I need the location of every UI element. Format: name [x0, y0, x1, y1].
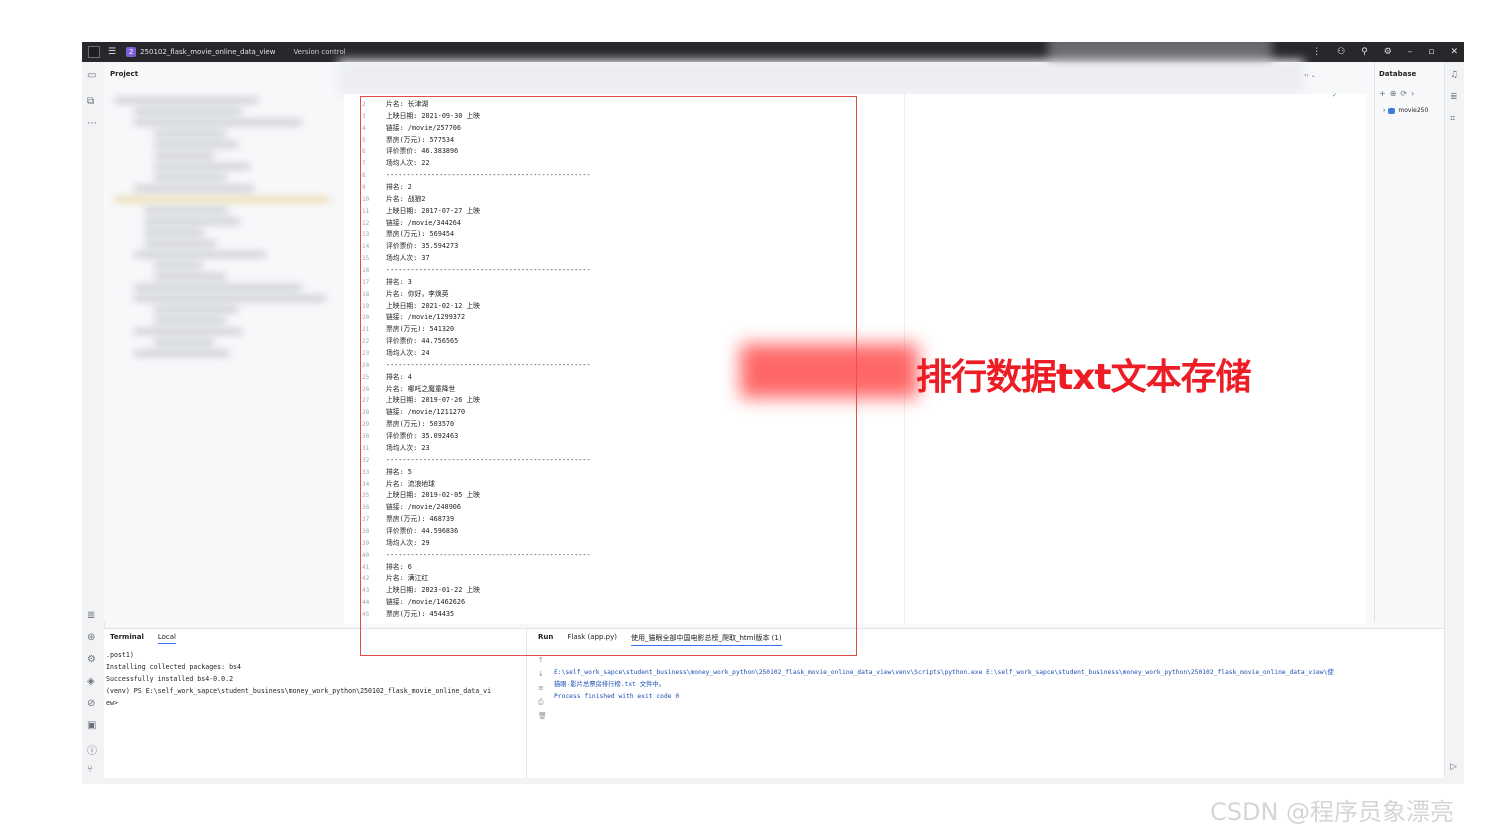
terminal-tab-local[interactable]: Local [157, 633, 177, 644]
terminal-tool-icon[interactable]: ▣ [87, 720, 96, 731]
more-tools-icon[interactable]: ⋯ [87, 118, 97, 129]
settings-icon[interactable]: ⚙ [1384, 47, 1392, 57]
packages-icon[interactable]: ◈ [87, 676, 95, 687]
inspection-icon[interactable]: ‹› ⌄ [1304, 72, 1316, 79]
git-icon[interactable]: ⑂ [87, 764, 93, 775]
folder-icon[interactable]: ▭ [87, 70, 96, 81]
project-panel: Project [104, 62, 350, 622]
debug-icon[interactable]: ⊘ [87, 698, 95, 709]
close-button[interactable]: ✕ [1450, 47, 1458, 57]
database-icon [1388, 107, 1396, 114]
terminal-tab-title[interactable]: Terminal [110, 633, 144, 644]
restore-button[interactable]: ▫ [1428, 47, 1434, 57]
overlay-caption: 排行数据txt文本存储 [916, 357, 1252, 398]
database-toolbar[interactable]: +⊕⟳› [1379, 89, 1418, 98]
database-node-label: movie250 [1398, 107, 1429, 114]
terminal-line: Successfully installed bs4-0.0.2 [106, 675, 234, 683]
right-tool-bar: ♫ ≣ ⌗ ▷ [1444, 62, 1464, 784]
terminal-line: ew> [106, 699, 118, 707]
run-output[interactable]: E:\self_work_sapce\student_business\mone… [554, 667, 1334, 703]
terminal-output[interactable]: .post1) Installing collected packages: bs… [106, 649, 491, 709]
soft-wrap-icon[interactable]: ≡ [538, 681, 547, 695]
database-tool-icon[interactable]: ≣ [87, 610, 95, 621]
main-menu-icon[interactable]: ☰ [108, 47, 116, 57]
account-icon[interactable]: ⚇ [1337, 47, 1345, 57]
terminal-line: Installing collected packages: bs4 [106, 663, 241, 671]
project-panel-title[interactable]: Project [110, 70, 138, 78]
run-side-toolbar: ↑ ↓ ≡ ⎙ 🗑 [538, 653, 547, 723]
check-icon[interactable]: ✓ [1332, 92, 1337, 99]
search-icon[interactable]: ⚲ [1361, 47, 1368, 57]
trash-icon[interactable]: 🗑 [538, 709, 547, 723]
problems-icon[interactable]: ⓘ [87, 742, 97, 757]
structure-icon[interactable]: ⧉ [87, 96, 94, 107]
version-control-menu[interactable]: Version control [293, 48, 345, 56]
project-badge: 2 [126, 47, 137, 57]
blurred-caption-prefix [740, 344, 918, 398]
blurred-project-tree [114, 92, 354, 562]
notifications-icon[interactable]: ♫ [1450, 70, 1458, 80]
more-icon[interactable]: ⋮ [1312, 47, 1321, 57]
expand-arrow-icon[interactable]: › [1383, 107, 1385, 114]
scroll-down-icon[interactable]: ↓ [538, 667, 547, 681]
run-side-icon[interactable]: ▷ [1450, 762, 1457, 772]
services-icon[interactable]: ⚙ [87, 654, 96, 665]
left-tool-bar: ▭ ⧉ ⋯ ≣ ⊛ ⚙ ◈ ⊘ ▣ ⓘ ⑂ [82, 62, 105, 784]
run-output-line: E:\self_work_sapce\student_business\mone… [554, 669, 1334, 676]
sciview-icon[interactable]: ⌗ [1450, 114, 1455, 124]
database-panel-title[interactable]: Database [1379, 70, 1416, 78]
database-side-icon[interactable]: ≣ [1450, 92, 1458, 102]
editor-inspection-widget: ‹› ⌄ ✓ [1304, 62, 1366, 99]
status-bar [82, 778, 1464, 784]
project-switcher[interactable]: 250102_flask_movie_online_data_view [140, 48, 275, 56]
watermark: CSDN @程序员象漂亮 [1210, 798, 1455, 826]
run-output-line: Process finished with exit code 0 [554, 693, 680, 700]
title-bar: ☰ 2 250102_flask_movie_online_data_view … [82, 42, 1464, 66]
database-node[interactable]: › movie250 [1383, 107, 1428, 114]
minimize-button[interactable]: – [1408, 47, 1413, 57]
blurred-editor-tabs [338, 60, 1304, 94]
python-console-icon[interactable]: ⊛ [87, 632, 95, 643]
terminal-line: (venv) PS E:\self_work_sapce\student_bus… [106, 687, 492, 695]
database-panel: Database +⊕⟳› › movie250 [1374, 62, 1445, 622]
app-logo-icon [88, 46, 100, 58]
print-icon[interactable]: ⎙ [538, 695, 547, 709]
run-output-line: 猫眼-影片总票房排行榜.txt 文件中。 [554, 681, 665, 688]
